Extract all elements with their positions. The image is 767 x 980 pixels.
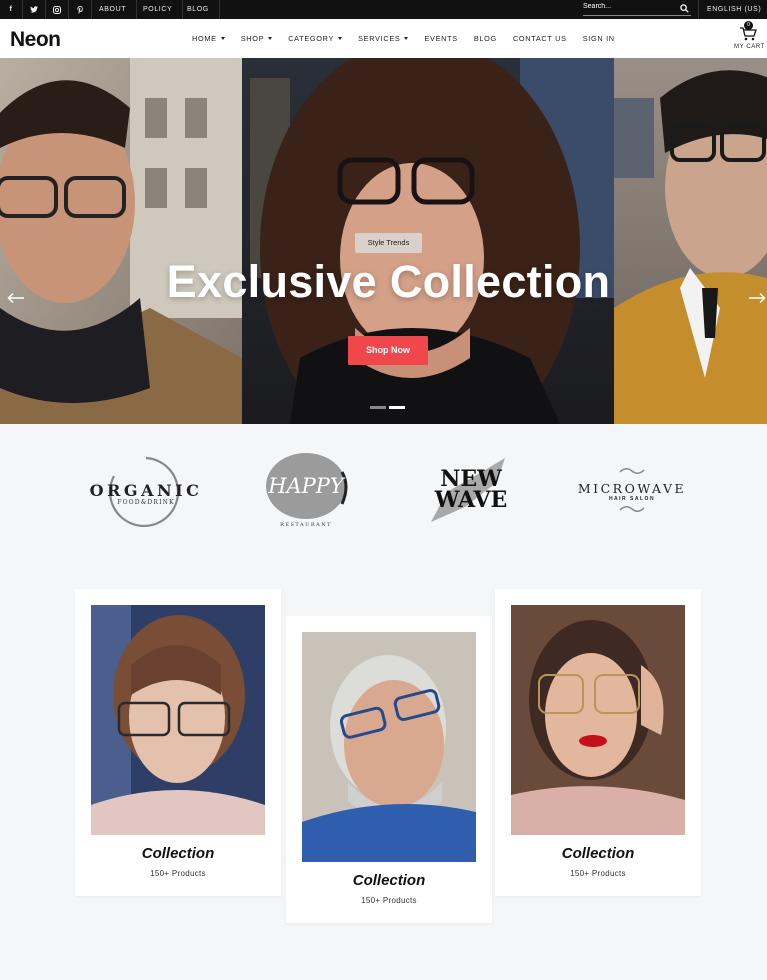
nav-label: CONTACT US [512, 34, 567, 43]
top-bar: f ABOUT POLICY BLOG ENGLISH (US) [0, 0, 767, 19]
nav-label: SHOP [240, 34, 265, 43]
chevron-down-icon [220, 37, 225, 40]
cart-count-badge: 0 [744, 21, 753, 30]
brand-sub: RESTAURANT [280, 522, 332, 528]
nav-blog[interactable]: BLOG [474, 34, 497, 43]
chevron-down-icon [404, 37, 409, 40]
collection-title: Collection [352, 872, 426, 889]
hero-headline: Exclusive Collection [166, 256, 611, 307]
slider-dot-1[interactable] [370, 406, 386, 409]
top-link-blog[interactable]: BLOG [177, 0, 220, 19]
brand-sub: FOOD&DRINK [117, 499, 175, 506]
nav-label: EVENTS [424, 34, 458, 43]
arrow-right-icon[interactable] [748, 292, 766, 304]
nav-label: HOME [192, 34, 217, 43]
slider-dots [370, 406, 405, 410]
brand-name: HAPPY [268, 474, 344, 498]
nav-shop[interactable]: SHOP [240, 34, 273, 43]
collection-image [302, 632, 476, 862]
instagram-icon[interactable] [46, 0, 69, 19]
brand-microwave[interactable]: MICROWAVE HAIR SALON [572, 464, 692, 520]
language-selector[interactable]: ENGLISH (US) [698, 0, 761, 19]
collection-card-2[interactable]: Collection 150+ Products [286, 616, 492, 923]
top-link-about[interactable]: ABOUT [89, 0, 138, 19]
shop-now-button[interactable]: Shop Now [348, 336, 428, 365]
collection-count: 150+ Products [361, 896, 417, 905]
search-box [583, 3, 691, 16]
site-logo[interactable]: Neon [10, 28, 61, 52]
brand-name: MICROWAVE [577, 481, 687, 496]
collection-image [511, 605, 685, 835]
main-header: Neon HOME SHOP CATEGORY SERVICES EVENTS … [0, 19, 767, 58]
collection-card-1[interactable]: Collection 150+ Products [75, 589, 281, 896]
nav-label: SIGN IN [582, 34, 615, 43]
cart-label: MY CART [734, 44, 765, 50]
top-link-policy[interactable]: POLICY [133, 0, 184, 19]
collection-image [91, 605, 265, 835]
nav-label: SERVICES [358, 34, 401, 43]
chevron-down-icon [268, 37, 273, 40]
collection-title: Collection [141, 845, 215, 862]
brand-new-wave[interactable]: NEW WAVE [425, 452, 517, 532]
arrow-left-icon[interactable] [7, 292, 25, 304]
nav-sign-in[interactable]: SIGN IN [583, 34, 615, 43]
facebook-icon[interactable]: f [0, 0, 23, 19]
brand-happy[interactable]: HAPPY RESTAURANT [262, 452, 352, 532]
slider-dot-2[interactable] [389, 406, 405, 409]
collection-title: Collection [561, 845, 635, 862]
search-icon[interactable] [680, 4, 689, 13]
hero-tag: Style Trends [355, 233, 422, 253]
collection-count: 150+ Products [570, 869, 626, 878]
nav-home[interactable]: HOME [192, 34, 225, 43]
brand-sub: HAIR SALON [608, 496, 656, 502]
brand-name: ORGANIC [89, 481, 203, 500]
chevron-down-icon [338, 37, 343, 40]
nav-label: BLOG [473, 34, 497, 43]
main-nav: HOME SHOP CATEGORY SERVICES EVENTS BLOG … [192, 19, 631, 58]
nav-label: CATEGORY [288, 34, 335, 43]
search-input[interactable] [583, 3, 673, 10]
cart-button[interactable]: 0 MY CART [733, 21, 767, 55]
nav-services[interactable]: SERVICES [358, 34, 409, 43]
brand-name-2: WAVE [434, 487, 508, 513]
collection-card-3[interactable]: Collection 150+ Products [495, 589, 701, 896]
brand-logos: ORGANIC FOOD&DRINK HAPPY RESTAURANT NEW … [0, 424, 767, 564]
nav-category[interactable]: CATEGORY [288, 34, 343, 43]
nav-events[interactable]: EVENTS [424, 34, 457, 43]
collection-count: 150+ Products [150, 869, 206, 878]
brand-organic[interactable]: ORGANIC FOOD&DRINK [86, 454, 206, 529]
nav-contact-us[interactable]: CONTACT US [513, 34, 567, 43]
hero-slider: Style Trends Exclusive Collection Shop N… [0, 58, 767, 424]
twitter-icon[interactable] [23, 0, 46, 19]
